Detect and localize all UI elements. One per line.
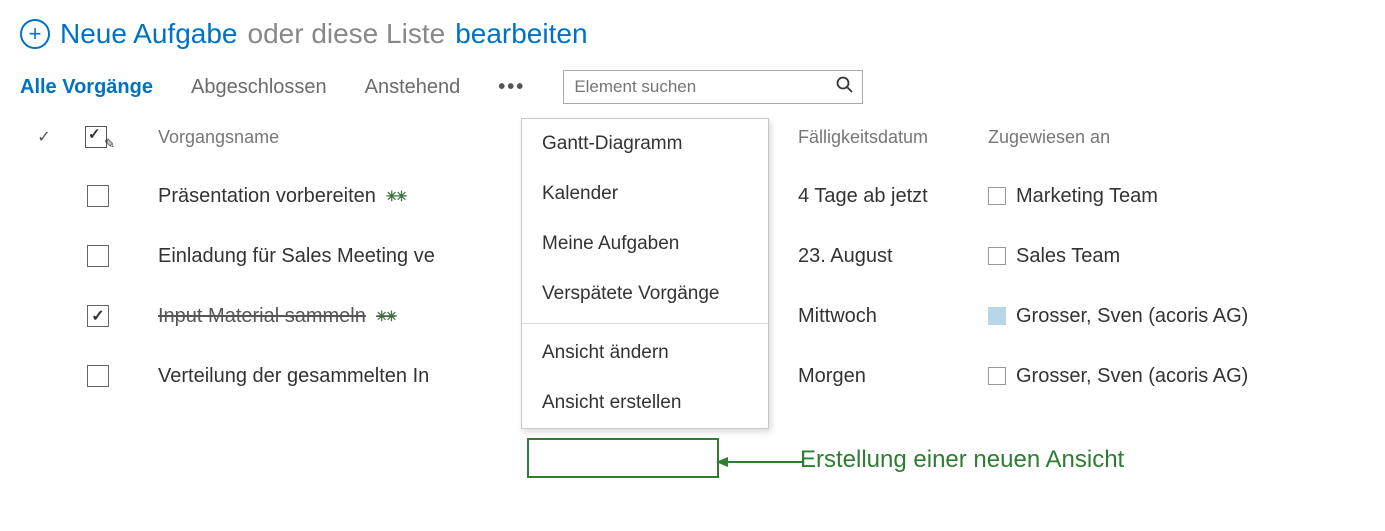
presence-icon <box>988 367 1006 385</box>
assigned-to: Marketing Team <box>988 185 1338 208</box>
presence-icon <box>988 187 1006 205</box>
plus-icon[interactable]: + <box>20 19 50 49</box>
due-date: 4 Tage ab jetzt <box>798 185 988 208</box>
dropdown-item[interactable]: Gantt-Diagramm <box>522 119 768 169</box>
views-more-button[interactable]: ••• <box>498 76 525 99</box>
page-header: + Neue Aufgabe oder diese Liste bearbeit… <box>20 18 1365 50</box>
dropdown-item[interactable]: Ansicht erstellen <box>522 378 768 428</box>
dropdown-item[interactable]: Ansicht ändern <box>522 328 768 378</box>
dropdown-separator <box>522 323 768 324</box>
views-dropdown: Gantt-DiagrammKalenderMeine AufgabenVers… <box>521 118 769 429</box>
assigned-to: Grosser, Sven (acoris AG) <box>988 365 1338 388</box>
presence-icon <box>988 307 1006 325</box>
annotation-highlight <box>527 438 719 478</box>
assigned-to: Grosser, Sven (acoris AG) <box>988 305 1338 328</box>
view-pending[interactable]: Anstehend <box>365 76 461 99</box>
dropdown-item[interactable]: Verspätete Vorgänge <box>522 269 768 319</box>
view-completed[interactable]: Abgeschlossen <box>191 76 327 99</box>
new-badge-icon: ✳✳ <box>376 308 395 325</box>
column-assigned[interactable]: Zugewiesen an <box>988 127 1338 148</box>
presence-icon <box>988 247 1006 265</box>
row-checkbox[interactable] <box>87 185 109 207</box>
assigned-to: Sales Team <box>988 245 1338 268</box>
column-due[interactable]: Fälligkeitsdatum <box>798 127 988 148</box>
view-all[interactable]: Alle Vorgänge <box>20 76 153 99</box>
search-input[interactable] <box>572 76 812 98</box>
edit-list-link[interactable]: bearbeiten <box>455 18 587 50</box>
annotation-text: Erstellung einer neuen Ansicht <box>800 446 1124 474</box>
new-task-link[interactable]: Neue Aufgabe <box>60 18 238 50</box>
header-done-icon[interactable]: ✓ <box>20 127 68 147</box>
new-badge-icon: ✳✳ <box>386 188 405 205</box>
row-checkbox[interactable] <box>87 305 109 327</box>
annotation-arrow-icon <box>716 452 804 472</box>
search-box[interactable] <box>563 70 863 104</box>
row-checkbox[interactable] <box>87 365 109 387</box>
due-date: Mittwoch <box>798 305 988 328</box>
search-icon[interactable] <box>836 76 854 99</box>
due-date: 23. August <box>798 245 988 268</box>
dropdown-item[interactable]: Kalender <box>522 169 768 219</box>
header-select-icon[interactable]: ✎ <box>68 126 128 148</box>
header-middle-text: oder diese Liste <box>248 18 446 50</box>
due-date: Morgen <box>798 365 988 388</box>
views-bar: Alle Vorgänge Abgeschlossen Anstehend ••… <box>20 70 1365 104</box>
dropdown-item[interactable]: Meine Aufgaben <box>522 219 768 269</box>
row-checkbox[interactable] <box>87 245 109 267</box>
